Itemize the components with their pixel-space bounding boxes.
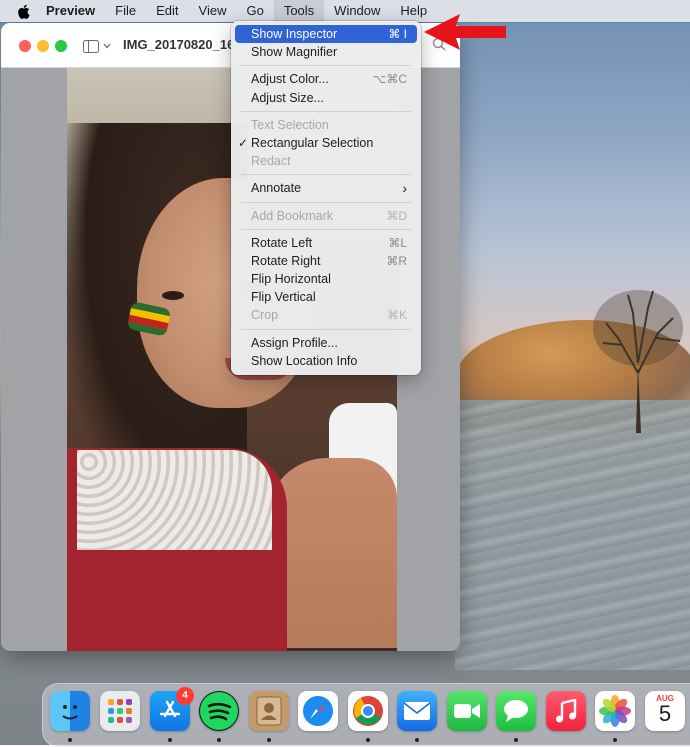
music-icon[interactable] [546, 691, 586, 731]
menu-item-label: Adjust Color... [251, 72, 329, 87]
menu-item-show-location-info[interactable]: Show Location Info [235, 352, 417, 370]
facetime-icon[interactable] [447, 691, 487, 731]
running-indicator [415, 738, 419, 742]
menu-item-label: Redact [251, 154, 291, 169]
menu-bar: Preview File Edit View Go Tools Window H… [0, 0, 690, 22]
spotify-icon[interactable] [199, 691, 239, 731]
tools-menu: Show Inspector ⌘ I Show Magnifier Adjust… [231, 21, 421, 375]
menu-item-rotate-left[interactable]: Rotate Left ⌘L [235, 234, 417, 252]
menu-item-annotate[interactable]: Annotate › [235, 179, 417, 197]
menu-item-redact: Redact [235, 152, 417, 170]
mail-icon[interactable] [397, 691, 437, 731]
menu-item-label: Show Location Info [251, 353, 358, 368]
checkmark-icon: ✓ [238, 135, 249, 150]
photos-icon[interactable] [595, 691, 635, 731]
running-indicator [613, 738, 617, 742]
running-indicator [68, 738, 72, 742]
menu-separator [241, 65, 411, 67]
notification-badge: 4 [176, 687, 194, 705]
menu-item-label: Assign Profile... [251, 335, 338, 350]
menu-item-label: Text Selection [251, 117, 329, 132]
finder-icon[interactable] [50, 691, 90, 731]
shortcut-label: ⌥⌘C [372, 72, 408, 87]
menu-item-label: Crop [251, 308, 279, 323]
running-indicator [217, 738, 221, 742]
close-button[interactable] [19, 40, 31, 52]
menu-window[interactable]: Window [324, 0, 390, 22]
menu-item-rectangular-selection[interactable]: ✓ Rectangular Selection [235, 134, 417, 152]
minimize-button[interactable] [37, 40, 49, 52]
menu-file[interactable]: File [105, 0, 146, 22]
menu-separator [241, 201, 411, 203]
launchpad-icon[interactable] [100, 691, 140, 731]
menu-separator [241, 174, 411, 176]
menu-separator [241, 328, 411, 330]
menu-item-crop: Crop ⌘K [235, 306, 417, 324]
photo-lace-collar [77, 450, 272, 550]
running-indicator [514, 738, 518, 742]
menu-separator [241, 228, 411, 230]
shortcut-label: ⌘D [386, 208, 407, 223]
window-title: IMG_20170820_16 [123, 37, 235, 52]
wallpaper-tree [593, 290, 683, 433]
menu-item-label: Flip Vertical [251, 290, 316, 305]
menu-item-assign-profile[interactable]: Assign Profile... [235, 334, 417, 352]
menu-item-add-bookmark: Add Bookmark ⌘D [235, 207, 417, 225]
zoom-button[interactable] [55, 40, 67, 52]
running-indicator [168, 738, 172, 742]
contacts-icon[interactable] [249, 691, 289, 731]
menu-item-label: Add Bookmark [251, 208, 333, 223]
menu-tools[interactable]: Tools [273, 0, 325, 22]
shortcut-label: ⌘ I [388, 27, 407, 41]
messages-icon[interactable] [496, 691, 536, 731]
shortcut-label: ⌘K [386, 308, 407, 323]
annotation-arrow-icon [424, 14, 506, 50]
sidebar-icon [83, 39, 99, 53]
menu-item-label: Rotate Left [251, 235, 313, 250]
safari-icon[interactable] [298, 691, 338, 731]
shortcut-label: ⌘L [388, 235, 407, 250]
menu-item-text-selection: Text Selection [235, 116, 417, 134]
menu-edit[interactable]: Edit [146, 0, 188, 22]
chrome-icon[interactable] [348, 691, 388, 731]
menu-item-label: Rectangular Selection [251, 135, 374, 150]
menu-item-flip-vertical[interactable]: Flip Vertical [235, 288, 417, 306]
menu-item-label: Show Inspector [251, 27, 338, 41]
menu-item-label: Flip Horizontal [251, 272, 331, 287]
menu-item-adjust-color[interactable]: Adjust Color... ⌥⌘C [235, 70, 417, 88]
apple-menu-icon[interactable] [10, 4, 36, 19]
menu-item-label: Show Magnifier [251, 45, 338, 60]
menu-item-label: Annotate [251, 181, 302, 196]
menu-preview[interactable]: Preview [36, 0, 105, 22]
menu-go[interactable]: Go [236, 0, 273, 22]
wallpaper-striped-rock [455, 400, 690, 670]
running-indicator [366, 738, 370, 742]
menu-item-show-inspector[interactable]: Show Inspector ⌘ I [235, 25, 417, 44]
running-indicator [267, 738, 271, 742]
chevron-right-icon: › [402, 180, 407, 197]
chevron-down-icon [103, 43, 111, 49]
sidebar-toggle-button[interactable] [83, 37, 115, 55]
shortcut-label: ⌘R [386, 253, 407, 268]
menu-item-label: Rotate Right [251, 253, 321, 268]
menu-separator [241, 110, 411, 112]
menu-item-adjust-size[interactable]: Adjust Size... [235, 89, 417, 107]
menu-view[interactable]: View [189, 0, 237, 22]
menu-item-flip-horizontal[interactable]: Flip Horizontal [235, 270, 417, 288]
photo-eye-left [162, 291, 184, 300]
menu-item-show-magnifier[interactable]: Show Magnifier [235, 43, 417, 61]
menu-item-rotate-right[interactable]: Rotate Right ⌘R [235, 252, 417, 270]
calendar-icon[interactable]: AUG 5 [645, 691, 685, 731]
calendar-day: 5 [658, 701, 672, 726]
menu-item-label: Adjust Size... [251, 90, 324, 105]
